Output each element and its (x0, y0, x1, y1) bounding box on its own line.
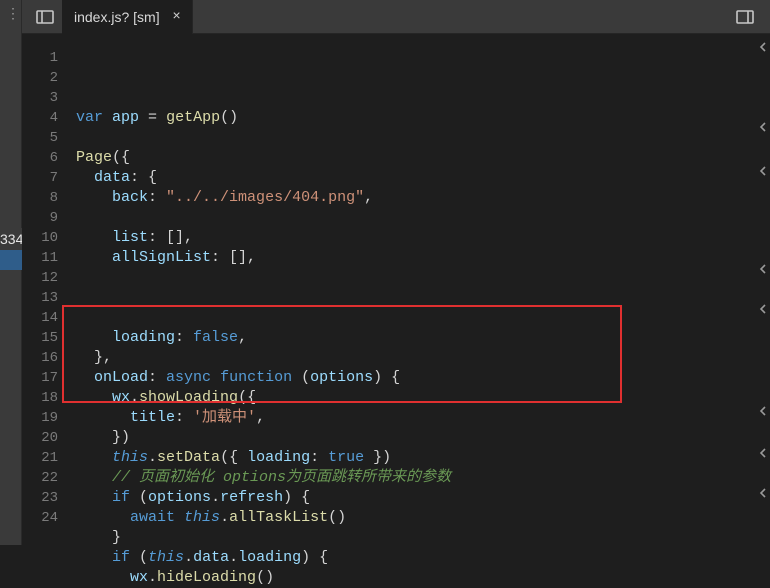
code-line[interactable]: } (76, 528, 770, 548)
line-number: 17 (22, 368, 58, 388)
close-icon[interactable]: × (168, 8, 186, 26)
code-editor[interactable]: 123456789101112131415161718192021222324 … (22, 34, 770, 545)
code-line[interactable] (76, 208, 770, 228)
line-number: 9 (22, 208, 58, 228)
line-number: 3 (22, 88, 58, 108)
chevron-left-icon[interactable] (758, 486, 768, 496)
code-line[interactable]: var app = getApp() (76, 108, 770, 128)
code-line[interactable]: await this.allTaskList() (76, 508, 770, 528)
code-line[interactable]: back: "../../images/404.png", (76, 188, 770, 208)
line-number: 15 (22, 328, 58, 348)
code-line[interactable] (76, 128, 770, 148)
code-line[interactable] (76, 268, 770, 288)
line-number: 13 (22, 288, 58, 308)
code-line[interactable]: wx.showLoading({ (76, 388, 770, 408)
line-number: 18 (22, 388, 58, 408)
code-line[interactable]: allSignList: [], (76, 248, 770, 268)
chevron-left-icon[interactable] (758, 404, 768, 414)
code-line[interactable]: wx.hideLoading() (76, 568, 770, 588)
line-number: 22 (22, 468, 58, 488)
line-number: 23 (22, 488, 58, 508)
line-number: 2 (22, 68, 58, 88)
code-line[interactable]: title: '加载中', (76, 408, 770, 428)
line-number: 10 (22, 228, 58, 248)
code-line[interactable] (76, 288, 770, 308)
code-line[interactable]: data: { (76, 168, 770, 188)
line-number: 14 (22, 308, 58, 328)
code-line[interactable]: loading: false, (76, 328, 770, 348)
code-area[interactable]: var app = getApp() Page({ data: { back: "… (68, 34, 770, 545)
line-indicator-overlay-strip (0, 250, 22, 270)
tab-bar: index.js? [sm] × (22, 0, 770, 34)
line-number: 19 (22, 408, 58, 428)
line-number: 6 (22, 148, 58, 168)
line-number: 7 (22, 168, 58, 188)
chevron-left-icon[interactable] (758, 302, 768, 312)
code-line[interactable]: // 页面初始化 options为页面跳转所带来的参数 (76, 468, 770, 488)
code-line[interactable]: if (options.refresh) { (76, 488, 770, 508)
left-gutter-strip: ⋮ (0, 0, 22, 545)
line-number: 11 (22, 248, 58, 268)
line-number: 5 (22, 128, 58, 148)
line-number: 4 (22, 108, 58, 128)
chevron-left-icon[interactable] (758, 120, 768, 130)
line-number: 16 (22, 348, 58, 368)
code-line[interactable]: if (this.data.loading) { (76, 548, 770, 568)
chevron-left-icon[interactable] (758, 446, 768, 456)
line-number: 20 (22, 428, 58, 448)
line-number: 21 (22, 448, 58, 468)
code-line[interactable]: onLoad: async function (options) { (76, 368, 770, 388)
minimap-markers (756, 34, 770, 545)
line-number-gutter: 123456789101112131415161718192021222324 (22, 34, 68, 545)
code-line[interactable] (76, 308, 770, 328)
code-line[interactable]: list: [], (76, 228, 770, 248)
tab-active[interactable]: index.js? [sm] × (62, 0, 193, 34)
tab-title: index.js? [sm] (74, 9, 160, 25)
code-line[interactable]: }, (76, 348, 770, 368)
code-line[interactable]: Page({ (76, 148, 770, 168)
line-number: 12 (22, 268, 58, 288)
chevron-left-icon[interactable] (758, 40, 768, 50)
panel-left-icon[interactable] (28, 0, 62, 34)
drag-handle-icon[interactable]: ⋮ (6, 6, 20, 23)
code-line[interactable]: this.setData({ loading: true }) (76, 448, 770, 468)
panel-right-icon[interactable] (728, 0, 762, 34)
line-number: 24 (22, 508, 58, 528)
line-number: 1 (22, 48, 58, 68)
chevron-left-icon[interactable] (758, 262, 768, 272)
line-number: 8 (22, 188, 58, 208)
code-line[interactable]: }) (76, 428, 770, 448)
chevron-left-icon[interactable] (758, 164, 768, 174)
